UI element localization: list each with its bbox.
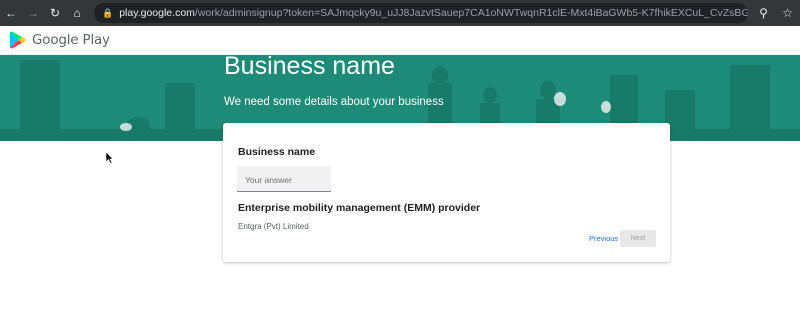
page-title: Business name	[224, 52, 395, 80]
google-play-logo-icon[interactable]	[9, 31, 26, 49]
browser-toolbar: ← → ↻ ⌂ 🔒 play.google.com /work/adminsig…	[0, 0, 800, 26]
address-bar[interactable]: 🔒 play.google.com /work/adminsignup?toke…	[94, 3, 748, 23]
next-button[interactable]: Next	[620, 230, 656, 247]
url-path: /work/adminsignup?token=SAJmqcky9u_uJJ8J…	[194, 7, 748, 19]
back-arrow-icon[interactable]: ←	[0, 0, 22, 26]
business-name-label: Business name	[238, 146, 316, 158]
reload-icon[interactable]: ↻	[44, 0, 66, 26]
url-host: play.google.com	[119, 7, 195, 19]
brand-name[interactable]: Google Play	[32, 32, 110, 48]
previous-button[interactable]: Previous	[589, 234, 618, 243]
emm-provider-label: Enterprise mobility management (EMM) pro…	[238, 202, 481, 214]
page-subtitle: We need some details about your business	[224, 96, 444, 108]
forward-arrow-icon[interactable]: →	[22, 0, 44, 26]
star-icon[interactable]: ☆	[782, 6, 793, 20]
signup-form-card: Business name Your answer Enterprise mob…	[223, 123, 670, 262]
mouse-cursor-icon	[106, 152, 114, 164]
google-play-header: Google Play	[0, 26, 800, 55]
emm-provider-value: Entgra (Pvt) Limited	[238, 222, 309, 231]
home-icon[interactable]: ⌂	[66, 0, 88, 26]
lock-icon: 🔒	[102, 7, 114, 18]
search-icon[interactable]: ⚲	[759, 6, 768, 20]
business-name-input[interactable]: Your answer	[237, 166, 331, 192]
